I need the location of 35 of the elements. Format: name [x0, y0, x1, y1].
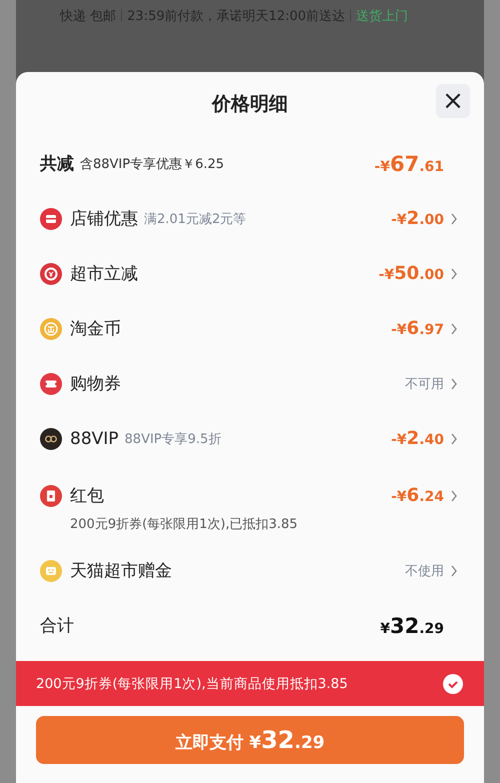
discount-label: 天猫超市赠金 — [70, 560, 172, 582]
discount-amount[interactable]: -¥2.00 — [391, 208, 444, 229]
coupon-banner-text: 200元9折券(每张限用1次),当前商品使用抵扣3.85 — [36, 674, 348, 692]
chevron-icon — [450, 322, 458, 334]
sheet-title: 价格明细 — [212, 92, 288, 117]
chevron-icon — [450, 378, 458, 390]
total-discount-amount: -¥67.61 — [374, 152, 444, 176]
discount-label: 红包 — [70, 485, 104, 507]
chevron-icon — [450, 212, 458, 224]
discount-note: 满2.01元减2元等 — [144, 210, 246, 228]
total-discount-label: 共减 — [40, 153, 74, 175]
discount-status[interactable]: 不使用 — [405, 562, 444, 580]
chevron-icon — [450, 432, 458, 444]
total-amount: ¥32.29 — [380, 614, 444, 638]
discount-amount[interactable]: -¥6.97 — [391, 318, 444, 339]
discount-label: 购物券 — [70, 373, 121, 395]
discount-status[interactable]: 不可用 — [405, 374, 444, 392]
discount-detail: 200元9折券(每张限用1次),已抵扣3.85 — [69, 516, 299, 533]
delivery-tag: 送货上门 — [356, 9, 408, 24]
discount-label: 淘金币 — [70, 318, 121, 340]
discount-label: 88VIP — [70, 428, 119, 448]
discount-amount[interactable]: -¥50.00 — [378, 263, 444, 284]
chevron-icon — [450, 268, 458, 280]
discount-amount[interactable]: -¥6.24 — [391, 485, 444, 506]
pay-button[interactable]: 立即支付 ¥32.29 — [36, 716, 464, 764]
total-discount-note: 含88VIP专享优惠￥6.25 — [80, 156, 224, 172]
discount-note: 88VIP专享9.5折 — [124, 430, 222, 448]
discount-amount[interactable]: -¥2.40 — [391, 428, 444, 449]
discount-label: 店铺优惠 — [70, 208, 138, 230]
discount-label: 超市立减 — [70, 263, 138, 285]
chevron-icon — [450, 490, 458, 502]
close-button[interactable]: × — [436, 84, 470, 118]
total-label: 合计 — [40, 615, 74, 637]
check-icon[interactable] — [442, 672, 464, 694]
chevron-icon — [450, 564, 458, 576]
